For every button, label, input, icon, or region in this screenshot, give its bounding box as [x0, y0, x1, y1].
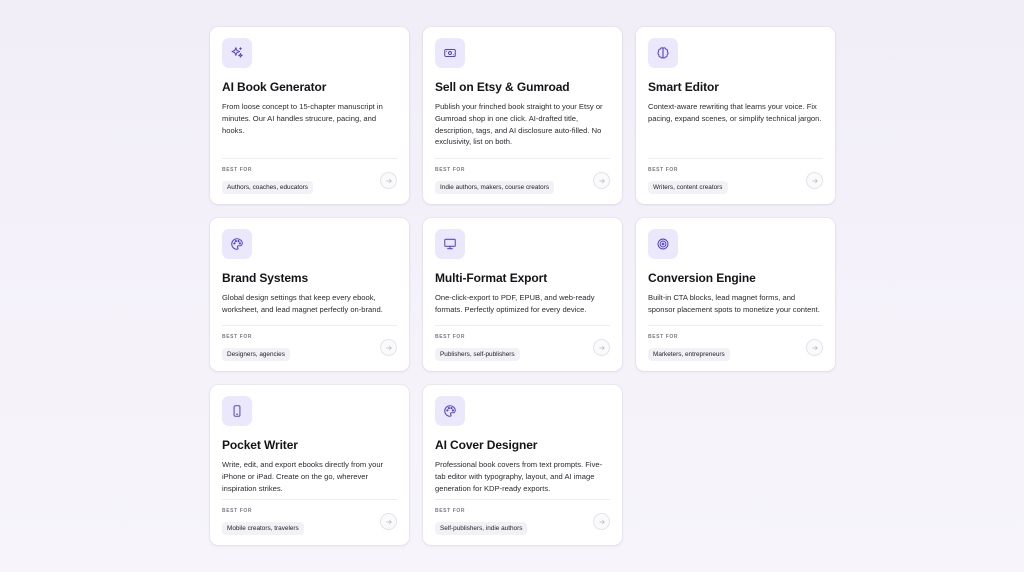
target-icon	[648, 229, 678, 259]
best-for-label: BEST FOR	[435, 167, 466, 173]
card-title: Pocket Writer	[222, 438, 298, 452]
card-description: Context-aware rewriting that learns your…	[648, 102, 822, 123]
palette-icon	[222, 229, 252, 259]
feature-card-multi-format-export[interactable]: Multi-Format Export One-click-export to …	[423, 218, 622, 371]
card-description: Professional book covers from text promp…	[435, 460, 603, 493]
best-for-label: BEST FOR	[222, 508, 253, 514]
card-title: AI Book Generator	[222, 80, 327, 94]
card-footer: BEST FOR Marketers, entrepreneurs	[648, 325, 823, 361]
sparkles-icon	[222, 38, 252, 68]
card-description: From loose concept to 15-chapter manuscr…	[222, 102, 383, 135]
audience-chip: Self-publishers, indie authors	[435, 522, 528, 535]
feature-card-conversion-engine[interactable]: Conversion Engine Built-in CTA blocks, l…	[636, 218, 835, 371]
card-title: Sell on Etsy & Gumroad	[435, 80, 570, 94]
audience-chip: Writers, content creators	[648, 181, 728, 194]
best-for-label: BEST FOR	[648, 334, 679, 340]
arrow-right-icon[interactable]	[593, 513, 610, 530]
card-description: Publish your frinched book straight to y…	[435, 102, 603, 147]
card-footer: BEST FOR Indie authors, makers, course c…	[435, 158, 610, 194]
audience-chip: Marketers, entrepreneurs	[648, 348, 730, 361]
audience-chip: Indie authors, makers, course creators	[435, 181, 555, 194]
audience-chip: Designers, agencies	[222, 348, 290, 361]
card-description: Write, edit, and export ebooks directly …	[222, 460, 384, 493]
card-footer: BEST FOR Writers, content creators	[648, 158, 823, 194]
card-title: AI Cover Designer	[435, 438, 538, 452]
card-description: One-click-export to PDF, EPUB, and web-r…	[435, 293, 595, 314]
card-footer: BEST FOR Designers, agencies	[222, 325, 397, 361]
brain-icon	[648, 38, 678, 68]
card-title: Conversion Engine	[648, 271, 756, 285]
card-description: Global design settings that keep every e…	[222, 293, 383, 314]
card-title: Multi-Format Export	[435, 271, 548, 285]
audience-chip: Mobile creators, travelers	[222, 522, 304, 535]
best-for-label: BEST FOR	[435, 334, 466, 340]
card-description: Built-in CTA blocks, lead magnet forms, …	[648, 293, 820, 314]
best-for-label: BEST FOR	[648, 167, 679, 173]
feature-grid: AI Book Generator From loose concept to …	[210, 27, 835, 545]
palette-icon	[435, 396, 465, 426]
feature-card-smart-editor[interactable]: Smart Editor Context-aware rewriting tha…	[636, 27, 835, 204]
best-for-label: BEST FOR	[222, 167, 253, 173]
card-footer: BEST FOR Self-publishers, indie authors	[435, 499, 610, 535]
feature-card-ai-cover-designer[interactable]: AI Cover Designer Professional book cove…	[423, 385, 622, 545]
best-for-label: BEST FOR	[222, 334, 253, 340]
feature-card-pocket-writer[interactable]: Pocket Writer Write, edit, and export eb…	[210, 385, 409, 545]
arrow-right-icon[interactable]	[593, 172, 610, 189]
arrow-right-icon[interactable]	[806, 339, 823, 356]
card-title: Brand Systems	[222, 271, 309, 285]
card-footer: BEST FOR Mobile creators, travelers	[222, 499, 397, 535]
audience-chip: Publishers, self-publishers	[435, 348, 520, 361]
monitor-icon	[435, 229, 465, 259]
arrow-right-icon[interactable]	[593, 339, 610, 356]
arrow-right-icon[interactable]	[806, 172, 823, 189]
best-for-label: BEST FOR	[435, 508, 466, 514]
audience-chip: Authors, coaches, educators	[222, 181, 313, 194]
card-title: Smart Editor	[648, 80, 719, 94]
arrow-right-icon[interactable]	[380, 513, 397, 530]
arrow-right-icon[interactable]	[380, 172, 397, 189]
arrow-right-icon[interactable]	[380, 339, 397, 356]
feature-card-ai-book-generator[interactable]: AI Book Generator From loose concept to …	[210, 27, 409, 204]
money-icon	[435, 38, 465, 68]
card-footer: BEST FOR Authors, coaches, educators	[222, 158, 397, 194]
feature-card-brand-systems[interactable]: Brand Systems Global design settings tha…	[210, 218, 409, 371]
card-footer: BEST FOR Publishers, self-publishers	[435, 325, 610, 361]
feature-card-sell-on-etsy-gumroad[interactable]: Sell on Etsy & Gumroad Publish your frin…	[423, 27, 622, 204]
phone-icon	[222, 396, 252, 426]
